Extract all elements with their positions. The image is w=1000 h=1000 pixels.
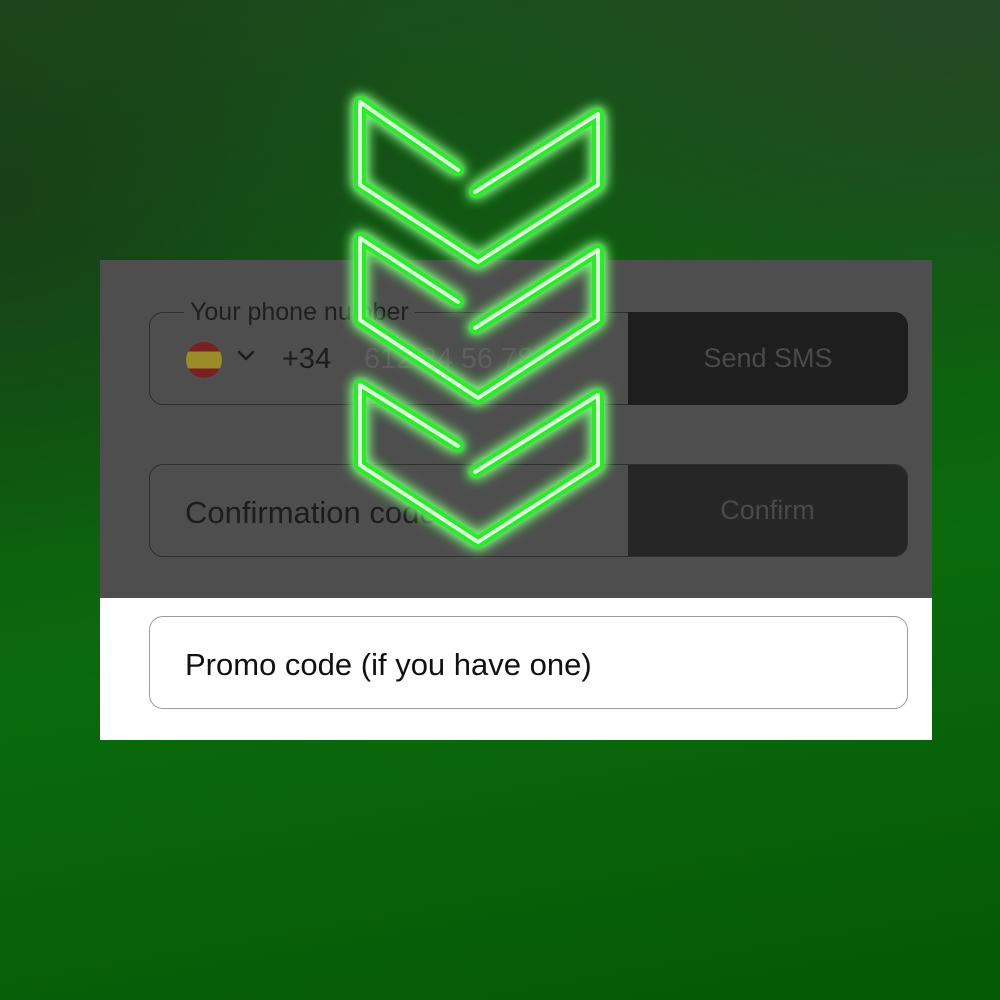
promo-code-input[interactable]: Promo code (if you have one) [185, 647, 592, 683]
chevron-down-icon[interactable] [236, 346, 256, 366]
confirm-button[interactable]: Confirm [628, 465, 907, 556]
flag-spain-icon[interactable] [186, 342, 222, 378]
send-sms-button[interactable]: Send SMS [628, 312, 908, 405]
promo-code-field[interactable]: Promo code (if you have one) [149, 616, 908, 709]
neon-triple-chevron-down-icon [354, 96, 604, 548]
phone-prefix: +34 [282, 343, 332, 375]
